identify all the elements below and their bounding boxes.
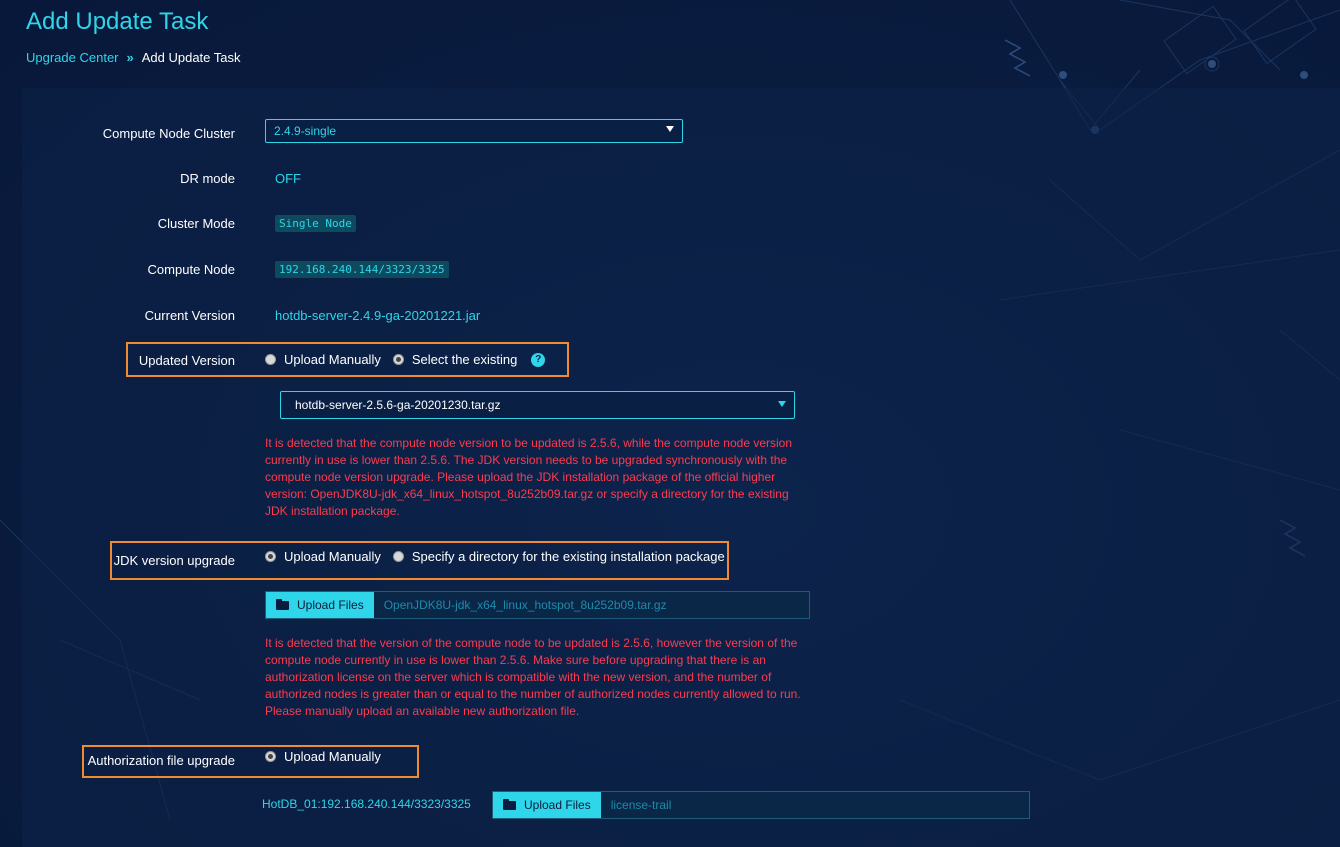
- updated-version-select-value: hotdb-server-2.5.6-ga-20201230.tar.gz: [295, 398, 501, 412]
- auth-upload-button[interactable]: Upload Files: [493, 792, 601, 818]
- cluster-mode-badge: Single Node: [275, 215, 356, 232]
- compute-node-badge: 192.168.240.144/3323/3325: [275, 261, 449, 278]
- page-title: Add Update Task: [26, 8, 209, 35]
- breadcrumb-link-upgrade-center[interactable]: Upgrade Center: [26, 50, 119, 65]
- radio-label: Upload Manually: [284, 352, 381, 367]
- updated-version-option-existing[interactable]: Select the existing: [392, 352, 518, 367]
- auth-upload-group: Upload Files license-trail: [492, 791, 1030, 819]
- upload-button-label: Upload Files: [297, 598, 364, 612]
- radio-checked[interactable]: [265, 551, 276, 562]
- jdk-upload-button[interactable]: Upload Files: [266, 592, 374, 618]
- dr-mode-label: DR mode: [180, 171, 235, 186]
- jdk-upload-group: Upload Files OpenJDK8U-jdk_x64_linux_hot…: [265, 591, 810, 619]
- updated-version-radio-group: Upload Manually Select the existing ?: [265, 352, 546, 367]
- cluster-label: Compute Node Cluster: [102, 126, 235, 141]
- question-icon[interactable]: ?: [531, 352, 546, 367]
- folder-open-icon: [503, 798, 516, 810]
- breadcrumb: Upgrade Center » Add Update Task: [26, 50, 241, 65]
- radio-label: Specify a directory for the existing ins…: [411, 549, 725, 564]
- jdk-upload-filename: OpenJDK8U-jdk_x64_linux_hotspot_8u252b09…: [383, 598, 667, 612]
- jdk-option-directory[interactable]: Specify a directory for the existing ins…: [392, 549, 725, 564]
- cluster-select[interactable]: 2.4.9-single: [265, 119, 683, 143]
- updated-version-label: Updated Version: [138, 353, 235, 368]
- radio-checked[interactable]: [265, 751, 276, 762]
- radio-label: Select the existing: [411, 352, 518, 367]
- updated-version-option-upload[interactable]: Upload Manually: [265, 352, 381, 367]
- folder-open-icon: [276, 598, 289, 610]
- auth-node-label: HotDB_01:192.168.240.144/3323/3325: [262, 797, 471, 811]
- chevron-down-icon: [778, 401, 786, 407]
- compute-node-label: Compute Node: [147, 262, 235, 277]
- breadcrumb-current: Add Update Task: [141, 50, 241, 65]
- radio-checked[interactable]: [392, 354, 404, 365]
- upload-button-label: Upload Files: [524, 798, 591, 812]
- auth-upgrade-radio-group: Upload Manually: [265, 749, 393, 764]
- updated-version-select[interactable]: hotdb-server-2.5.6-ga-20201230.tar.gz: [280, 391, 795, 419]
- updated-version-warning: It is detected that the compute node ver…: [265, 436, 793, 518]
- jdk-upgrade-radio-group: Upload Manually Specify a directory for …: [265, 549, 737, 564]
- current-version-value: hotdb-server-2.4.9-ga-20201221.jar: [275, 308, 481, 323]
- auth-upgrade-label: Authorization file upgrade: [87, 753, 235, 768]
- cluster-select-value: 2.4.9-single: [274, 124, 337, 138]
- auth-upload-filename: license-trail: [610, 798, 672, 812]
- jdk-option-upload[interactable]: Upload Manually: [265, 549, 381, 564]
- jdk-upgrade-warning: It is detected that the version of the c…: [265, 636, 801, 718]
- dr-mode-value: OFF: [275, 171, 301, 186]
- radio-unchecked[interactable]: [392, 551, 404, 562]
- chevron-down-icon: [666, 126, 674, 132]
- breadcrumb-separator-icon: »: [126, 50, 134, 65]
- current-version-label: Current Version: [144, 308, 235, 323]
- radio-unchecked[interactable]: [265, 354, 276, 365]
- radio-label: Upload Manually: [284, 749, 381, 764]
- auth-option-upload[interactable]: Upload Manually: [265, 749, 381, 764]
- cluster-mode-label: Cluster Mode: [157, 216, 235, 231]
- jdk-upgrade-label: JDK version upgrade: [113, 553, 235, 568]
- radio-label: Upload Manually: [284, 549, 381, 564]
